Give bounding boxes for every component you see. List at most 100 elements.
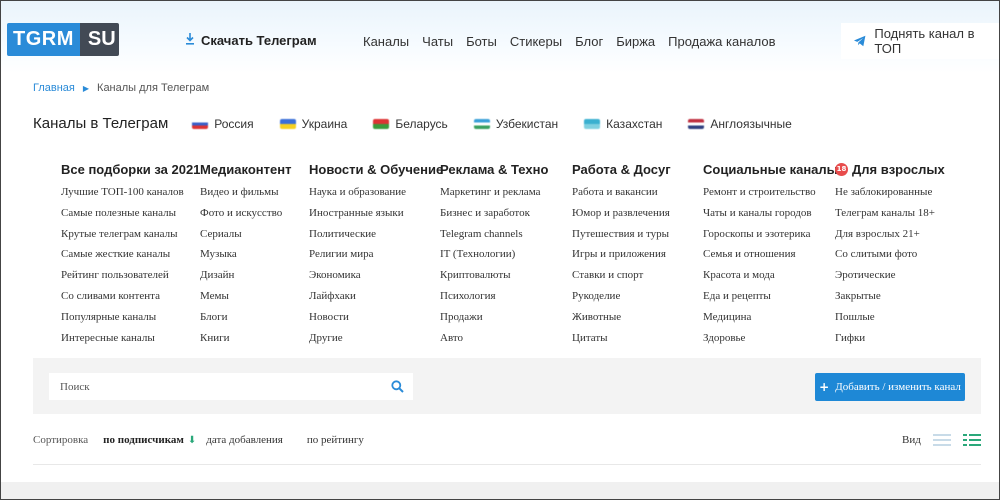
country-belarus[interactable]: Беларусь bbox=[373, 117, 448, 131]
category-link[interactable]: Эротические bbox=[835, 265, 945, 286]
list-icon[interactable] bbox=[932, 434, 951, 446]
category-link[interactable]: Telegram channels bbox=[440, 224, 548, 245]
sort-option-subscribers[interactable]: по подписчикам bbox=[103, 434, 184, 446]
category-link[interactable]: Еда и рецепты bbox=[703, 286, 838, 307]
category-link[interactable]: Религии мира bbox=[309, 244, 443, 265]
view-switcher: Вид bbox=[902, 434, 981, 446]
category-link[interactable]: Животные bbox=[572, 307, 671, 328]
category-link[interactable]: Цитаты bbox=[572, 328, 671, 349]
country-english[interactable]: Англоязычные bbox=[688, 117, 792, 131]
grid-icon[interactable] bbox=[962, 434, 981, 446]
category-heading[interactable]: 18 Для взрослых bbox=[835, 160, 945, 178]
category-link[interactable]: Путешествия и туры bbox=[572, 224, 671, 245]
category-link[interactable]: Здоровье bbox=[703, 328, 838, 349]
ukraine-flag-icon bbox=[279, 118, 296, 129]
sort-bar: Сортировка по подписчикам ⬇ дата добавле… bbox=[33, 434, 364, 446]
category-link[interactable]: Со сливами контента bbox=[61, 286, 200, 307]
category-heading-label: Реклама & Техно bbox=[440, 161, 549, 177]
category-link[interactable]: Пошлые bbox=[835, 307, 945, 328]
category-heading[interactable]: Все подборки за 2021 bbox=[61, 160, 200, 178]
category-link[interactable]: Психология bbox=[440, 286, 548, 307]
category-list: Не заблокированные Телеграм каналы 18+ Для… bbox=[835, 182, 945, 348]
category-link[interactable]: Рейтинг пользователей bbox=[61, 265, 200, 286]
nav-item-stickers[interactable]: Стикеры bbox=[510, 34, 562, 49]
nav-item-bots[interactable]: Боты bbox=[466, 34, 497, 49]
category-link[interactable]: Мемы bbox=[200, 286, 291, 307]
category-link[interactable]: Чаты и каналы городов bbox=[703, 203, 838, 224]
nav-item-sell-channels[interactable]: Продажа каналов bbox=[668, 34, 775, 49]
promote-channel-button[interactable]: Поднять канал в ТОП bbox=[841, 23, 999, 59]
site-logo[interactable]: TGRM SU bbox=[7, 23, 119, 56]
category-link[interactable]: Ремонт и строительство bbox=[703, 182, 838, 203]
category-link[interactable]: Игры и приложения bbox=[572, 244, 671, 265]
breadcrumb-home[interactable]: Главная bbox=[33, 82, 75, 94]
category-link[interactable]: Продажи bbox=[440, 307, 548, 328]
category-link[interactable]: Рукоделие bbox=[572, 286, 671, 307]
category-link[interactable]: Авто bbox=[440, 328, 548, 349]
category-link[interactable]: Криптовалюты bbox=[440, 265, 548, 286]
divider bbox=[33, 464, 981, 465]
category-link[interactable]: Гифки bbox=[835, 328, 945, 349]
category-link[interactable]: Не заблокированные bbox=[835, 182, 945, 203]
category-heading[interactable]: Работа & Досуг bbox=[572, 160, 671, 178]
add-channel-label: Добавить / изменить канал bbox=[835, 381, 961, 393]
nav-item-channels[interactable]: Каналы bbox=[363, 34, 409, 49]
category-column-ads-tech: Реклама & Техно Маркетинг и реклама Бизнес… bbox=[440, 160, 548, 348]
category-link[interactable]: Семья и отношения bbox=[703, 244, 838, 265]
category-link[interactable]: Дизайн bbox=[200, 265, 291, 286]
category-link[interactable]: Самые жесткие каналы bbox=[61, 244, 200, 265]
category-link[interactable]: Юмор и развлечения bbox=[572, 203, 671, 224]
nav-item-exchange[interactable]: Биржа bbox=[616, 34, 655, 49]
category-list: Ремонт и строительство Чаты и каналы горо… bbox=[703, 182, 838, 348]
category-link[interactable]: Гороскопы и эзотерика bbox=[703, 224, 838, 245]
category-link[interactable]: Лучшие ТОП-100 каналов bbox=[61, 182, 200, 203]
category-link[interactable]: Блоги bbox=[200, 307, 291, 328]
category-link[interactable]: Интересные каналы bbox=[61, 328, 200, 349]
category-link[interactable]: Крутые телеграм каналы bbox=[61, 224, 200, 245]
category-link[interactable]: Иностранные языки bbox=[309, 203, 443, 224]
country-russia[interactable]: Россия bbox=[192, 117, 254, 131]
search-icon[interactable] bbox=[381, 380, 413, 393]
category-link[interactable]: Закрытые bbox=[835, 286, 945, 307]
sort-option-rating[interactable]: по рейтингу bbox=[307, 434, 364, 446]
category-heading[interactable]: Реклама & Техно bbox=[440, 160, 548, 178]
search-input[interactable] bbox=[49, 373, 381, 400]
kazakhstan-flag-icon bbox=[584, 118, 601, 129]
search-panel: + Добавить / изменить канал bbox=[33, 358, 981, 414]
category-link[interactable]: Другие bbox=[309, 328, 443, 349]
category-link[interactable]: Книги bbox=[200, 328, 291, 349]
add-channel-button[interactable]: + Добавить / изменить канал bbox=[815, 373, 965, 401]
category-link[interactable]: Сериалы bbox=[200, 224, 291, 245]
category-link[interactable]: Ставки и спорт bbox=[572, 265, 671, 286]
download-telegram-link[interactable]: Скачать Телеграм bbox=[185, 33, 317, 48]
category-link[interactable]: Политические bbox=[309, 224, 443, 245]
category-link[interactable]: Экономика bbox=[309, 265, 443, 286]
category-link[interactable]: Со слитыми фото bbox=[835, 244, 945, 265]
category-link[interactable]: Работа и вакансии bbox=[572, 182, 671, 203]
category-link[interactable]: Для взрослых 21+ bbox=[835, 224, 945, 245]
category-link[interactable]: Видео и фильмы bbox=[200, 182, 291, 203]
nav-item-blog[interactable]: Блог bbox=[575, 34, 603, 49]
category-heading[interactable]: Медиаконтент bbox=[200, 160, 291, 178]
category-link[interactable]: Телеграм каналы 18+ bbox=[835, 203, 945, 224]
category-link[interactable]: IT (Технологии) bbox=[440, 244, 548, 265]
category-link[interactable]: Медицина bbox=[703, 307, 838, 328]
category-link[interactable]: Бизнес и заработок bbox=[440, 203, 548, 224]
category-link[interactable]: Популярные каналы bbox=[61, 307, 200, 328]
category-link[interactable]: Лайфхаки bbox=[309, 286, 443, 307]
category-link[interactable]: Новости bbox=[309, 307, 443, 328]
country-ukraine[interactable]: Украина bbox=[279, 117, 347, 131]
category-link[interactable]: Фото и искусство bbox=[200, 203, 291, 224]
category-heading[interactable]: Новости & Обучение bbox=[309, 160, 443, 178]
country-uzbekistan[interactable]: Узбекистан bbox=[473, 117, 558, 131]
category-link[interactable]: Красота и мода bbox=[703, 265, 838, 286]
sort-option-date[interactable]: дата добавления bbox=[206, 434, 283, 446]
nav-item-chats[interactable]: Чаты bbox=[422, 34, 453, 49]
category-link[interactable]: Наука и образование bbox=[309, 182, 443, 203]
category-link[interactable]: Музыка bbox=[200, 244, 291, 265]
category-link[interactable]: Самые полезные каналы bbox=[61, 203, 200, 224]
category-heading[interactable]: Социальные каналы bbox=[703, 160, 838, 178]
category-link[interactable]: Маркетинг и реклама bbox=[440, 182, 548, 203]
country-kazakhstan[interactable]: Казахстан bbox=[584, 117, 662, 131]
sort-label: Сортировка bbox=[33, 434, 89, 446]
